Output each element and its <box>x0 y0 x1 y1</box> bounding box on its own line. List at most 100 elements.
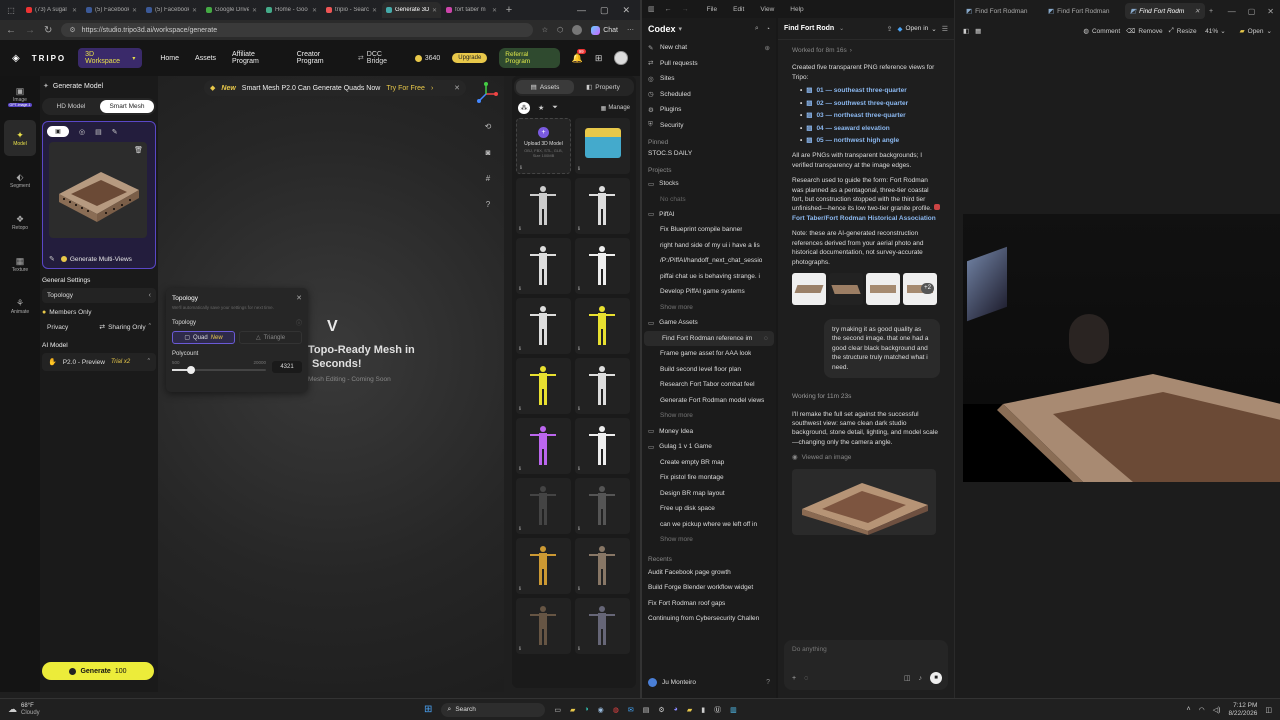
browser-tab[interactable]: Home - Goo ✕ <box>262 2 321 18</box>
discord-icon[interactable]: ◕ <box>674 706 678 713</box>
info-icon[interactable]: ℹ <box>578 406 580 412</box>
close-window-icon[interactable]: ✕ <box>1267 7 1274 16</box>
chat-item[interactable]: Fix Blueprint compile banner <box>642 222 776 238</box>
asset-thumbnail[interactable]: ℹ <box>516 418 571 474</box>
reset-view-icon[interactable]: ⟲ <box>480 122 496 138</box>
chat-item[interactable]: Design BR map layout <box>642 486 776 502</box>
topology-setting[interactable]: Topology ‹ <box>42 288 156 303</box>
help-icon[interactable]: ? <box>766 679 770 686</box>
tab-close-icon[interactable]: ✕ <box>372 7 377 14</box>
delete-image-icon[interactable]: 🗑 <box>134 146 143 154</box>
chat-item[interactable]: Generate Fort Rodman model views <box>642 393 776 409</box>
viewer-grid-icon[interactable]: ▦ <box>975 27 981 35</box>
info-icon[interactable]: ℹ <box>578 646 580 652</box>
volume-icon[interactable]: ◁) <box>1213 706 1221 714</box>
tab-close-icon[interactable]: ✕ <box>312 7 317 14</box>
asset-thumbnail[interactable]: ℹ <box>516 238 571 294</box>
browser-tab[interactable]: (5) Facebook ✕ <box>142 2 201 18</box>
browser-tab[interactable]: Generate 3D ✕ <box>382 2 441 18</box>
comment-button[interactable]: ◍ Comment <box>1083 27 1120 36</box>
browser-tab[interactable]: fort taber m ✕ <box>442 2 501 18</box>
menu-help[interactable]: Help <box>790 6 803 13</box>
tab-close-icon[interactable]: ✕ <box>132 7 137 14</box>
manage-button[interactable]: ▦ Manage <box>601 105 630 112</box>
asset-thumbnail[interactable]: ℹ <box>516 598 571 654</box>
uploaded-fort-image[interactable]: 🗑 <box>49 142 147 238</box>
asset-thumbnail[interactable]: ℹ <box>516 478 571 534</box>
banner-close-icon[interactable]: ✕ <box>454 84 460 92</box>
chat-item[interactable]: can we pickup where we left off in <box>642 517 776 533</box>
info-icon[interactable]: ℹ <box>519 346 521 352</box>
file-link[interactable]: • ▨ 05 — northwest high angle <box>800 136 940 145</box>
thumbnail-3[interactable] <box>866 273 900 306</box>
menu-dots-icon[interactable]: ⋯ <box>627 26 634 34</box>
rail-item-segment[interactable]: ⬖ Segment <box>4 162 36 198</box>
grid-icon[interactable]: # <box>480 174 496 190</box>
asset-thumbnail[interactable]: ℹ <box>575 598 630 654</box>
back-icon[interactable]: ← <box>6 25 16 36</box>
tab-actions-icon[interactable]: ⬚ <box>0 0 22 20</box>
sidebar-item[interactable]: ⛨ Security <box>642 118 776 134</box>
show-more[interactable]: Show more <box>642 300 776 316</box>
rail-item-model[interactable]: ✦ Model <box>4 120 36 156</box>
sidebar-item[interactable]: ⇄ Pull requests <box>642 56 776 72</box>
chat-item[interactable]: right hand side of my ui i have a lis <box>642 238 776 254</box>
multi-view-icon[interactable]: ◎ <box>79 128 85 136</box>
viewed-image-note[interactable]: ◉ Viewed an image <box>792 453 940 462</box>
promo-banner[interactable]: ◆ New Smart Mesh P2.0 Can Generate Quads… <box>204 80 466 96</box>
open-in-button[interactable]: ◆ Open in ⌄ <box>897 25 936 33</box>
user-avatar[interactable] <box>614 51 628 65</box>
sidebar-item[interactable]: ✎ New chat ⊕ <box>642 40 776 56</box>
sidebar-toggle-icon[interactable]: ▥ <box>648 5 655 13</box>
share-icon[interactable]: ⇪ <box>887 25 893 33</box>
asset-thumbnail[interactable]: ℹ <box>575 538 630 594</box>
new-tab-icon[interactable]: + <box>1209 8 1213 15</box>
single-image-tab[interactable]: ▣ <box>47 126 69 137</box>
maximize-icon[interactable]: ▢ <box>1248 7 1256 16</box>
menu-edit[interactable]: Edit <box>733 6 744 13</box>
viewer-tab[interactable]: ◩ Find Fort Rodman <box>1043 3 1123 19</box>
axis-gizmo-icon[interactable] <box>474 82 498 106</box>
dcc-bridge-button[interactable]: ⇄ DCC Bridge <box>358 51 403 65</box>
project-folder[interactable]: ▭ PiffAI <box>642 207 776 223</box>
file-link[interactable]: • ▨ 03 — northeast three-quarter <box>800 111 940 120</box>
upload-3d-model-card[interactable]: + Upload 3D Model OBJ, FBX, STL, GLB, Size… <box>516 118 571 174</box>
taskbar-search[interactable]: ⌕ Search <box>441 702 546 717</box>
asset-thumbnail[interactable]: ℹ <box>575 478 630 534</box>
asset-thumbnail[interactable]: ℹ <box>575 418 630 474</box>
asset-thumbnail[interactable]: ℹ <box>516 178 571 234</box>
thumbnail-more[interactable]: +2 <box>903 273 937 306</box>
chat-item[interactable]: Frame game asset for AAA look <box>642 346 776 362</box>
quad-option[interactable]: ▢ Quad New <box>172 331 235 344</box>
polycount-slider-handle[interactable] <box>186 366 195 374</box>
all-assets-icon[interactable]: ⁂ <box>518 102 530 114</box>
tab-close-icon[interactable]: ✕ <box>1195 7 1200 15</box>
calculator-icon[interactable]: ▤ <box>643 706 650 714</box>
reload-icon[interactable]: ↻ <box>44 25 52 36</box>
tab-close-icon[interactable]: ✕ <box>72 7 77 14</box>
tripo-brand[interactable]: TRIPO <box>32 54 66 63</box>
project-folder[interactable]: ▭ Gulag 1 v 1 Game <box>642 439 776 455</box>
rail-item-texture[interactable]: ▦ Texture <box>4 246 36 282</box>
recent-item[interactable]: Continuing from Cybersecurity Challen <box>642 611 776 627</box>
forward-icon[interactable]: → <box>682 6 689 13</box>
compose-icon[interactable]: ⊕ <box>765 44 770 52</box>
viewer-tab[interactable]: ◩ Find Fort Rodm ✕ <box>1125 3 1205 19</box>
popup-close-icon[interactable]: ✕ <box>296 294 302 302</box>
send-button[interactable]: ■ <box>930 672 942 684</box>
tab-close-icon[interactable]: ✕ <box>492 7 497 14</box>
browser-tab[interactable]: Google Drive ✕ <box>202 2 261 18</box>
zoom-select[interactable]: 41% ⌄ <box>1205 27 1225 36</box>
chat-item[interactable]: /P:/PiffAI/handoff_next_chat_sessio <box>642 253 776 269</box>
property-tab[interactable]: ◧ Property <box>574 80 632 94</box>
steam-icon[interactable]: ◉ <box>598 706 604 714</box>
rail-item-retopo[interactable]: ❖ Retopo <box>4 204 36 240</box>
credits-badge[interactable]: 3640 <box>414 54 440 62</box>
show-more[interactable]: Show more <box>642 408 776 424</box>
chat-item[interactable]: Research Fort Tabor combat feel <box>642 377 776 393</box>
rail-item-image[interactable]: ▣ Image GPT-Image-1 <box>4 78 36 114</box>
resize-button[interactable]: ⤢ Resize <box>1169 27 1197 35</box>
asset-thumbnail[interactable]: ℹ <box>516 358 571 414</box>
chat-item[interactable]: Fix pistol fire montage <box>642 470 776 486</box>
minimize-icon[interactable]: — <box>577 5 586 15</box>
